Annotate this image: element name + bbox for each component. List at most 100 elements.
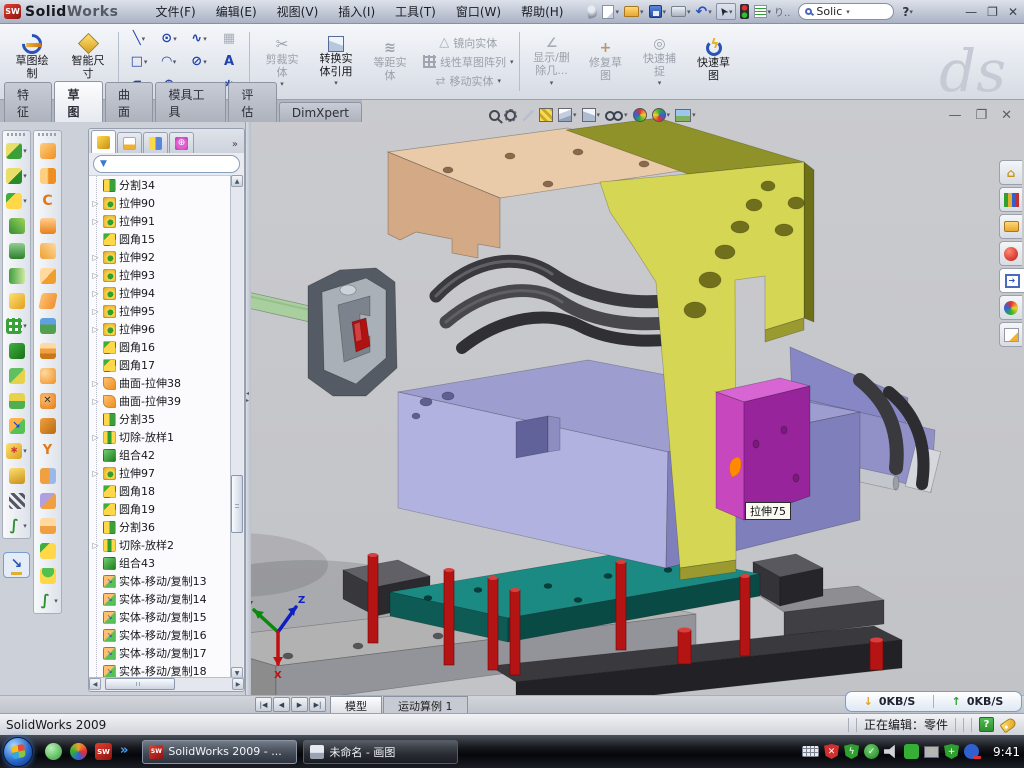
expander-icon[interactable]: ▷ <box>91 325 100 334</box>
expander-icon[interactable]: ▷ <box>91 397 100 406</box>
propertymanager-tab[interactable] <box>117 132 142 153</box>
options-icon-dropdown[interactable]: ▾ <box>768 8 772 16</box>
menu-item-1[interactable]: 文件(F) <box>146 0 204 23</box>
sectioned-insert[interactable] <box>248 268 397 396</box>
view-orientation-icon-dropdown[interactable]: ▾ <box>597 111 601 119</box>
rectangle-icon-dropdown[interactable]: ▾ <box>144 58 148 66</box>
extend-surface-button[interactable] <box>34 463 61 488</box>
previous-view-button[interactable] <box>521 109 534 122</box>
knit-surface-button[interactable] <box>34 488 61 513</box>
spline-tool-button[interactable]: ∫▾ <box>3 513 30 538</box>
tree-item-25[interactable]: ↘实体-移动/复制15 <box>89 608 233 626</box>
tab-nav-2[interactable]: ◀ <box>273 697 290 712</box>
convert-entities-button[interactable]: 转换实 体引用▾ <box>309 36 363 87</box>
update-check-icon[interactable]: ✓ <box>864 744 879 759</box>
quick-tips-button[interactable]: ? <box>979 717 994 732</box>
rebuild-icon-button[interactable] <box>739 3 750 20</box>
expander-icon[interactable]: ▷ <box>91 469 100 478</box>
undo-icon-button[interactable]: ↶▾ <box>695 5 713 19</box>
planar-surface-button[interactable] <box>34 288 61 313</box>
lofted-surface-button[interactable] <box>34 213 61 238</box>
spline-icon-dropdown[interactable]: ▾ <box>203 35 207 43</box>
menu-item-6[interactable]: 窗口(W) <box>447 0 510 23</box>
horizontal-scroll-thumb[interactable] <box>105 678 175 690</box>
move-entities-dropdown[interactable]: ▾ <box>498 77 502 85</box>
tab-5[interactable]: 评估 <box>228 82 276 122</box>
doc-restore-button[interactable]: ❐ <box>975 108 987 123</box>
delete-body-button[interactable]: ∗▾ <box>3 438 30 463</box>
doc-close-button[interactable]: ✕ <box>1001 108 1012 123</box>
shield-lightning-icon[interactable]: ϟ <box>844 744 859 759</box>
menu-item-5[interactable]: 工具(T) <box>386 0 445 23</box>
lofted-boss-button[interactable] <box>3 238 30 263</box>
offset-surface-button[interactable] <box>34 263 61 288</box>
minimize-button[interactable]: — <box>965 5 977 19</box>
boss-extrude-icon-dropdown[interactable]: ▾ <box>23 147 27 155</box>
undo-icon-dropdown[interactable]: ▾ <box>708 8 712 16</box>
tree-item-17[interactable]: ▷拉伸97 <box>89 464 233 482</box>
freeform-button[interactable] <box>34 363 61 388</box>
tree-item-14[interactable]: 分割35 <box>89 410 233 428</box>
tree-item-15[interactable]: ▷切除-放样1 <box>89 428 233 446</box>
revolved-surface-button[interactable] <box>34 163 61 188</box>
circle-icon-dropdown[interactable]: ▾ <box>173 35 177 43</box>
open-file-icon-button[interactable]: ▾ <box>623 5 645 18</box>
fillet-feature-icon-dropdown[interactable]: ▾ <box>23 197 27 205</box>
edit-appearance-button[interactable] <box>633 108 647 122</box>
surface-spline-button[interactable]: ∫▾ <box>34 588 61 613</box>
line-icon-dropdown[interactable]: ▾ <box>142 35 146 43</box>
media-launcher-icon[interactable] <box>70 743 87 760</box>
delete-face-button[interactable]: ✕ <box>34 388 61 413</box>
scroll-right-button[interactable]: ▶ <box>232 678 244 690</box>
tree-item-19[interactable]: 圆角19 <box>89 500 233 518</box>
tree-item-23[interactable]: ↘实体-移动/复制13 <box>89 572 233 590</box>
exploded-mold-assembly[interactable]: Y Z X <box>248 100 1024 695</box>
ellipse-icon-dropdown[interactable]: ▾ <box>203 58 207 66</box>
sync-blocked-icon[interactable] <box>964 744 979 759</box>
vertical-scroll-thumb[interactable] <box>231 475 243 533</box>
view-orientation-button[interactable]: ▾ <box>582 108 601 122</box>
save-icon-dropdown[interactable]: ▾ <box>663 8 667 16</box>
expander-icon[interactable]: ▷ <box>91 199 100 208</box>
expander-icon[interactable]: ▷ <box>91 541 100 550</box>
apply-scene-button[interactable]: ▾ <box>652 108 671 122</box>
taskbar-clock[interactable]: 9:41 <box>993 745 1020 759</box>
combine-bodies-button[interactable] <box>3 338 30 363</box>
zoom-area-button[interactable] <box>505 110 516 121</box>
curve-button[interactable] <box>3 488 30 513</box>
view-settings-button[interactable]: ▾ <box>675 109 696 122</box>
linear-sketch-pattern-dropdown[interactable]: ▾ <box>510 58 514 66</box>
intersect-button[interactable] <box>3 288 30 313</box>
taskbar-window-2[interactable]: 未命名 - 画图 <box>303 740 458 764</box>
panel-splitter[interactable] <box>245 122 251 695</box>
tab-4[interactable]: 模具工具 <box>155 82 226 122</box>
fillet-feature-button[interactable]: ▾ <box>3 188 30 213</box>
select-arrow-icon-button[interactable]: ➤▾ <box>716 3 736 20</box>
doc-minimize-button[interactable]: — <box>948 108 961 123</box>
start-button[interactable] <box>3 737 33 767</box>
tree-item-2[interactable]: ▷拉伸90 <box>89 194 233 212</box>
filled-surface-button[interactable] <box>34 513 61 538</box>
menu-item-7[interactable]: 帮助(H) <box>512 0 572 23</box>
trim-entities-dropdown[interactable]: ▾ <box>280 80 284 88</box>
keep-body-button[interactable] <box>3 388 30 413</box>
menu-item-2[interactable]: 编辑(E) <box>207 0 266 23</box>
tree-item-11[interactable]: 圆角17 <box>89 356 233 374</box>
phone-icon[interactable] <box>904 744 919 759</box>
rectangle-button[interactable]: □▾ <box>124 55 154 68</box>
file-explorer-tab[interactable] <box>999 214 1022 239</box>
tab-nav-1[interactable]: |◀ <box>255 697 272 712</box>
tree-item-1[interactable]: 分割34 <box>89 176 233 194</box>
solidworks-resources-tab[interactable] <box>999 241 1022 266</box>
restore-button[interactable]: ❐ <box>987 5 998 19</box>
linear-pattern-icon-dropdown[interactable]: ▾ <box>23 322 27 330</box>
new-file-icon-button[interactable]: ▾ <box>601 4 620 20</box>
tree-item-16[interactable]: 组合42 <box>89 446 233 464</box>
tree-item-3[interactable]: ▷拉伸91 <box>89 212 233 230</box>
menu-item-3[interactable]: 视图(V) <box>268 0 328 23</box>
replace-face-button[interactable] <box>34 413 61 438</box>
display-delete-relations-dropdown[interactable]: ▾ <box>550 79 554 87</box>
tree-item-7[interactable]: ▷拉伸94 <box>89 284 233 302</box>
tab-1[interactable]: 特征 <box>4 82 52 122</box>
boundary-boss-button[interactable] <box>3 263 30 288</box>
